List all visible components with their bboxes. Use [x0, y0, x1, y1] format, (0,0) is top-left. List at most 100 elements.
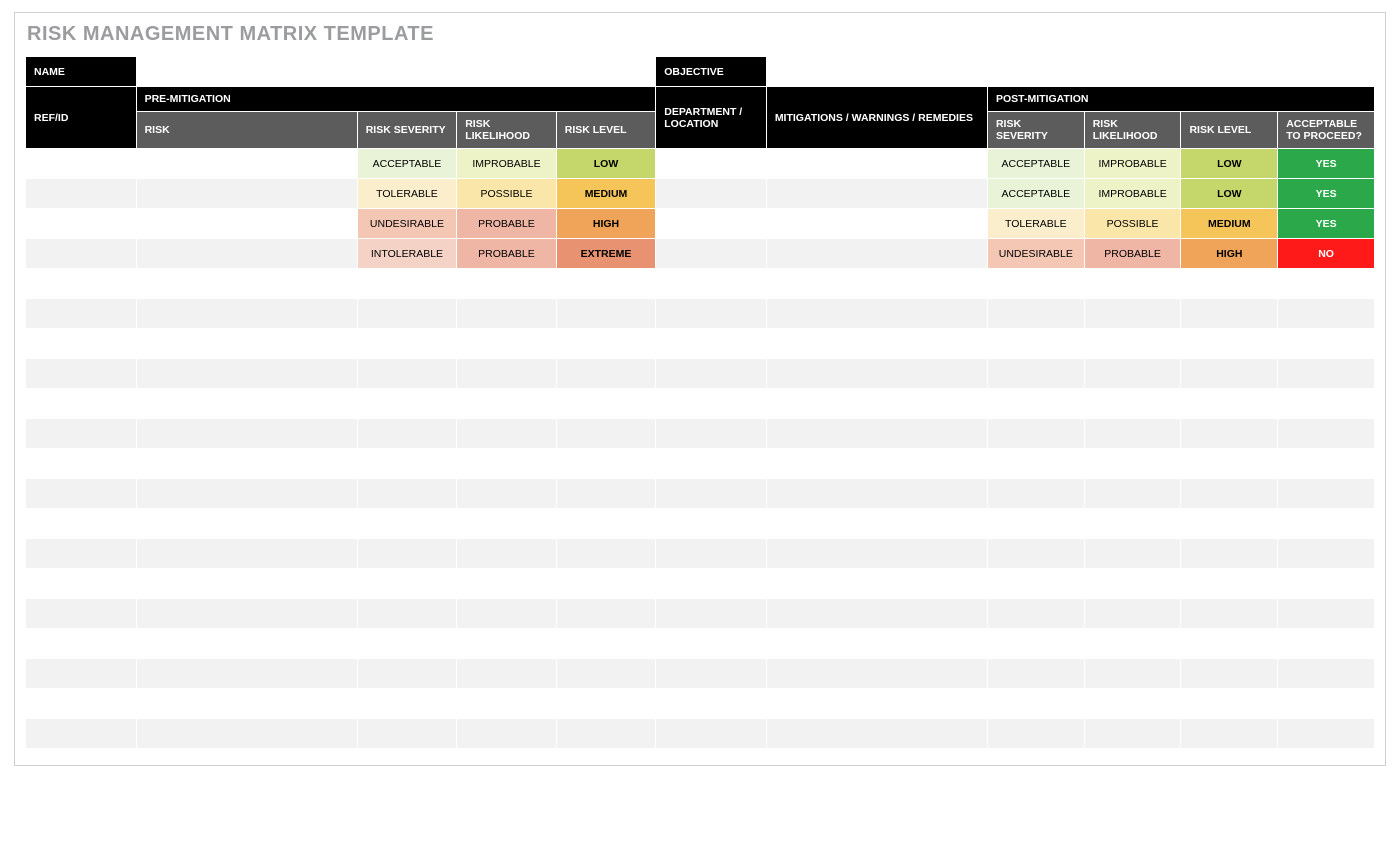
post-level-cell[interactable]	[1181, 359, 1278, 389]
post-level-cell[interactable]: LOW	[1181, 179, 1278, 209]
risk-cell[interactable]	[136, 629, 357, 659]
ref-id-cell[interactable]	[26, 389, 137, 419]
mitigations-cell[interactable]	[766, 149, 987, 179]
ref-id-cell[interactable]	[26, 269, 137, 299]
risk-cell[interactable]	[136, 419, 357, 449]
pre-likelihood-cell[interactable]	[457, 599, 557, 629]
mitigations-cell[interactable]	[766, 449, 987, 479]
pre-level-cell[interactable]	[556, 719, 656, 749]
pre-level-cell[interactable]	[556, 569, 656, 599]
pre-likelihood-cell[interactable]	[457, 449, 557, 479]
post-severity-cell[interactable]	[987, 299, 1084, 329]
post-likelihood-cell[interactable]	[1084, 449, 1181, 479]
department-cell[interactable]	[656, 509, 767, 539]
pre-level-cell[interactable]	[556, 389, 656, 419]
proceed-cell[interactable]	[1278, 329, 1375, 359]
post-severity-cell[interactable]	[987, 389, 1084, 419]
post-likelihood-cell[interactable]	[1084, 539, 1181, 569]
post-likelihood-cell[interactable]: PROBABLE	[1084, 239, 1181, 269]
post-level-cell[interactable]	[1181, 659, 1278, 689]
pre-level-cell[interactable]	[556, 479, 656, 509]
mitigations-cell[interactable]	[766, 509, 987, 539]
pre-likelihood-cell[interactable]	[457, 269, 557, 299]
ref-id-cell[interactable]	[26, 509, 137, 539]
risk-cell[interactable]	[136, 479, 357, 509]
pre-level-cell[interactable]	[556, 419, 656, 449]
pre-severity-cell[interactable]: INTOLERABLE	[357, 239, 457, 269]
ref-id-cell[interactable]	[26, 209, 137, 239]
department-cell[interactable]	[656, 299, 767, 329]
post-severity-cell[interactable]	[987, 539, 1084, 569]
department-cell[interactable]	[656, 359, 767, 389]
post-likelihood-cell[interactable]	[1084, 299, 1181, 329]
risk-cell[interactable]	[136, 689, 357, 719]
mitigations-cell[interactable]	[766, 209, 987, 239]
risk-cell[interactable]	[136, 449, 357, 479]
post-likelihood-cell[interactable]	[1084, 269, 1181, 299]
pre-likelihood-cell[interactable]	[457, 419, 557, 449]
department-cell[interactable]	[656, 269, 767, 299]
ref-id-cell[interactable]	[26, 449, 137, 479]
pre-level-cell[interactable]	[556, 659, 656, 689]
proceed-cell[interactable]	[1278, 419, 1375, 449]
pre-level-cell[interactable]	[556, 329, 656, 359]
proceed-cell[interactable]	[1278, 719, 1375, 749]
department-cell[interactable]	[656, 449, 767, 479]
post-likelihood-cell[interactable]	[1084, 569, 1181, 599]
post-severity-cell[interactable]	[987, 269, 1084, 299]
risk-cell[interactable]	[136, 239, 357, 269]
post-severity-cell[interactable]: UNDESIRABLE	[987, 239, 1084, 269]
ref-id-cell[interactable]	[26, 419, 137, 449]
ref-id-cell[interactable]	[26, 239, 137, 269]
mitigations-cell[interactable]	[766, 299, 987, 329]
post-likelihood-cell[interactable]	[1084, 719, 1181, 749]
post-level-cell[interactable]: HIGH	[1181, 239, 1278, 269]
post-severity-cell[interactable]	[987, 329, 1084, 359]
post-severity-cell[interactable]: ACCEPTABLE	[987, 179, 1084, 209]
pre-severity-cell[interactable]	[357, 359, 457, 389]
ref-id-cell[interactable]	[26, 629, 137, 659]
ref-id-cell[interactable]	[26, 179, 137, 209]
pre-likelihood-cell[interactable]	[457, 359, 557, 389]
pre-severity-cell[interactable]	[357, 539, 457, 569]
risk-cell[interactable]	[136, 539, 357, 569]
pre-severity-cell[interactable]	[357, 299, 457, 329]
pre-level-cell[interactable]: HIGH	[556, 209, 656, 239]
proceed-cell[interactable]: YES	[1278, 179, 1375, 209]
ref-id-cell[interactable]	[26, 599, 137, 629]
department-cell[interactable]	[656, 479, 767, 509]
pre-likelihood-cell[interactable]: POSSIBLE	[457, 179, 557, 209]
pre-level-cell[interactable]	[556, 299, 656, 329]
risk-cell[interactable]	[136, 599, 357, 629]
ref-id-cell[interactable]	[26, 359, 137, 389]
department-cell[interactable]	[656, 629, 767, 659]
objective-input[interactable]	[766, 57, 1374, 87]
post-likelihood-cell[interactable]: IMPROBABLE	[1084, 179, 1181, 209]
department-cell[interactable]	[656, 599, 767, 629]
pre-level-cell[interactable]	[556, 539, 656, 569]
pre-likelihood-cell[interactable]	[457, 509, 557, 539]
pre-severity-cell[interactable]	[357, 389, 457, 419]
proceed-cell[interactable]	[1278, 599, 1375, 629]
pre-likelihood-cell[interactable]	[457, 659, 557, 689]
proceed-cell[interactable]	[1278, 509, 1375, 539]
risk-cell[interactable]	[136, 269, 357, 299]
pre-severity-cell[interactable]	[357, 509, 457, 539]
risk-cell[interactable]	[136, 209, 357, 239]
post-severity-cell[interactable]: TOLERABLE	[987, 209, 1084, 239]
post-severity-cell[interactable]	[987, 509, 1084, 539]
post-level-cell[interactable]	[1181, 539, 1278, 569]
pre-level-cell[interactable]	[556, 689, 656, 719]
ref-id-cell[interactable]	[26, 149, 137, 179]
post-level-cell[interactable]	[1181, 329, 1278, 359]
pre-severity-cell[interactable]	[357, 269, 457, 299]
post-severity-cell[interactable]	[987, 659, 1084, 689]
department-cell[interactable]	[656, 659, 767, 689]
pre-severity-cell[interactable]	[357, 689, 457, 719]
mitigations-cell[interactable]	[766, 359, 987, 389]
post-severity-cell[interactable]	[987, 719, 1084, 749]
post-level-cell[interactable]	[1181, 509, 1278, 539]
pre-severity-cell[interactable]	[357, 569, 457, 599]
pre-severity-cell[interactable]	[357, 419, 457, 449]
pre-likelihood-cell[interactable]	[457, 389, 557, 419]
